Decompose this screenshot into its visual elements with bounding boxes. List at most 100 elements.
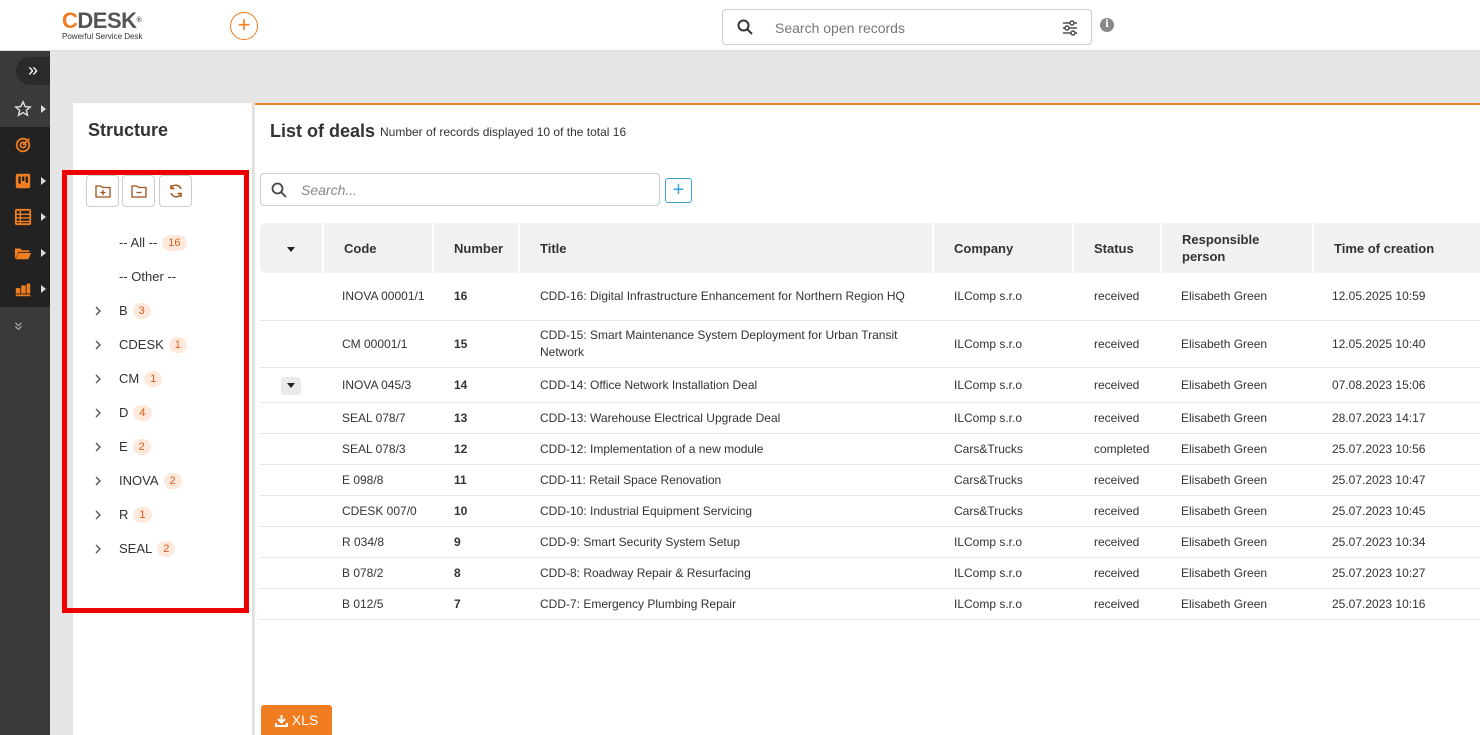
cell-code: E 098/8 [342, 472, 384, 487]
cell-time: 25.07.2023 10:16 [1332, 596, 1426, 611]
table-row[interactable]: R 034/8 9 CDD-9: Smart Security System Set… [260, 527, 1480, 558]
sidebar-item-dashboard[interactable] [0, 127, 50, 163]
cell-status: received [1094, 596, 1140, 611]
cell-company: Cars&Trucks [954, 441, 1023, 456]
cell-code: CDESK 007/0 [342, 503, 417, 518]
expand-all-toggle[interactable] [280, 240, 302, 258]
cell-title: CDD-15: Smart Maintenance System Deploym… [540, 328, 898, 359]
cell-responsible: Elisabeth Green [1181, 377, 1268, 392]
cell-company: ILComp s.r.o [954, 596, 1023, 611]
table-row[interactable]: SEAL 078/3 12 CDD-12: Implementation of a … [260, 434, 1480, 465]
cell-responsible: Elisabeth Green [1181, 596, 1268, 611]
export-xls-label: XLS [291, 712, 319, 728]
filter-settings-icon[interactable] [1061, 19, 1079, 37]
cell-responsible: Elisabeth Green [1181, 503, 1268, 518]
row-expand-toggle[interactable] [281, 376, 301, 395]
list-search[interactable] [260, 173, 660, 206]
cell-time: 25.07.2023 10:47 [1332, 472, 1426, 487]
cell-time: 12.05.2025 10:59 [1332, 289, 1426, 303]
logo[interactable]: CDESK® Powerful Service Desk [62, 8, 143, 42]
sidebar-arrow-icon [41, 249, 46, 257]
cell-title: CDD-10: Industrial Equipment Servicing [540, 503, 753, 518]
collapse-sidebar-icon[interactable]: « [9, 322, 27, 331]
cell-company: ILComp s.r.o [954, 336, 1023, 351]
kanban-icon [15, 173, 31, 189]
cell-title: CDD-14: Office Network Installation Deal [540, 377, 758, 392]
cell-responsible: Elisabeth Green [1181, 441, 1268, 456]
search-icon [737, 19, 753, 35]
cell-status: received [1094, 289, 1140, 303]
list-search-input[interactable] [301, 181, 641, 199]
sidebar-item-favorites[interactable] [0, 91, 50, 127]
cell-title: CDD-13: Warehouse Electrical Upgrade Dea… [540, 410, 781, 425]
cell-title: CDD-12: Implementation of a new module [540, 441, 764, 456]
cell-status: received [1094, 336, 1140, 351]
table-row[interactable]: SEAL 078/7 13 CDD-13: Warehouse Electrical… [260, 403, 1480, 434]
create-new-button[interactable]: + [230, 12, 258, 40]
cell-time: 28.07.2023 14:17 [1332, 410, 1426, 425]
cell-company: ILComp s.r.o [954, 377, 1023, 392]
sidebar-item-warehouse[interactable] [0, 271, 50, 307]
cell-status: received [1094, 377, 1140, 392]
table-row[interactable]: INOVA 00001/1 16 CDD-16: Digital Infrastru… [260, 273, 1480, 321]
table-row[interactable]: CM 00001/1 15 CDD-15: Smart Maintenance Sy… [260, 321, 1480, 368]
cell-title: CDD-16: Digital Infrastructure Enhanceme… [540, 289, 905, 303]
sidebar-arrow-icon [41, 105, 46, 113]
cell-responsible: Elisabeth Green [1181, 565, 1268, 580]
cell-status: received [1094, 565, 1140, 580]
cell-time: 25.07.2023 10:34 [1332, 534, 1426, 549]
column-header-company[interactable]: Company [932, 223, 1074, 273]
cell-number: 7 [454, 596, 461, 611]
cell-title: CDD-7: Emergency Plumbing Repair [540, 596, 737, 611]
cell-number: 10 [454, 503, 468, 518]
cell-responsible: Elisabeth Green [1181, 410, 1268, 425]
logo-c: C [62, 8, 78, 33]
list-icon [14, 208, 32, 226]
cell-time: 12.05.2025 10:40 [1332, 336, 1426, 351]
table-row[interactable]: B 012/5 7 CDD-7: Emergency Plumbing Repair… [260, 589, 1480, 620]
cell-code: R 034/8 [342, 534, 385, 549]
top-header: CDESK® Powerful Service Desk + i [0, 0, 1480, 51]
cell-number: 9 [454, 534, 461, 549]
cell-number: 12 [454, 441, 468, 456]
cell-status: received [1094, 534, 1140, 549]
table-row[interactable]: CDESK 007/0 10 CDD-10: Industrial Equipmen… [260, 496, 1480, 527]
table-row[interactable]: E 098/8 11 CDD-11: Retail Space Renovation… [260, 465, 1480, 496]
column-header-number[interactable]: Number [432, 223, 520, 273]
column-header-time[interactable]: Time of creation [1312, 223, 1480, 273]
expand-sidebar-icon[interactable]: » [16, 57, 50, 85]
record-count: Number of records displayed 10 of the to… [380, 125, 627, 139]
sidebar-item-kanban[interactable] [0, 163, 50, 199]
content-band [50, 51, 1480, 103]
column-header-code[interactable]: Code [322, 223, 434, 273]
logo-text: DESK [77, 8, 137, 33]
cell-responsible: Elisabeth Green [1181, 472, 1268, 487]
cell-number: 14 [454, 377, 468, 392]
target-icon [15, 137, 31, 153]
cell-time: 25.07.2023 10:27 [1332, 565, 1426, 580]
export-xls-button[interactable]: XLS [261, 705, 332, 735]
column-header-title[interactable]: Title [518, 223, 934, 273]
info-icon[interactable]: i [1100, 18, 1114, 32]
logo-tagline: Powerful Service Desk [62, 32, 143, 41]
cell-title: CDD-9: Smart Security System Setup [540, 534, 741, 549]
table-row[interactable]: B 078/2 8 CDD-8: Roadway Repair & Resurfac… [260, 558, 1480, 589]
cell-time: 07.08.2023 15:06 [1332, 377, 1426, 392]
table-header: Code Number Title Company Status Respons… [260, 223, 1480, 273]
column-header-responsible[interactable]: Responsible person [1160, 223, 1312, 273]
sidebar-item-folders[interactable] [0, 235, 50, 271]
cell-time: 25.07.2023 10:45 [1332, 503, 1426, 518]
sidebar-item-lists[interactable] [0, 199, 50, 235]
add-deal-button[interactable]: + [665, 178, 692, 203]
cell-code: INOVA 00001/1 [342, 289, 425, 303]
cell-number: 15 [454, 336, 468, 351]
cell-code: B 012/5 [342, 596, 384, 611]
cell-number: 16 [454, 289, 468, 303]
global-search[interactable] [722, 9, 1092, 45]
cell-company: Cars&Trucks [954, 503, 1023, 518]
cell-company: ILComp s.r.o [954, 534, 1023, 549]
column-header-status[interactable]: Status [1072, 223, 1160, 273]
cell-status: received [1094, 503, 1140, 518]
global-search-input[interactable] [775, 18, 1045, 38]
table-row[interactable]: INOVA 045/3 14 CDD-14: Office Network Inst… [260, 368, 1480, 403]
